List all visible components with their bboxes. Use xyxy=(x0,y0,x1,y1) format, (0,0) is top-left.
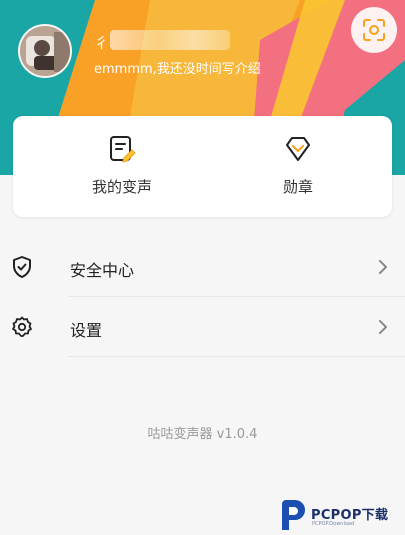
medal-icon xyxy=(286,137,310,161)
app-version: 咕咕变声器 v1.0.4 xyxy=(147,427,258,442)
avatar[interactable] xyxy=(18,24,72,78)
scan-icon xyxy=(363,19,385,41)
medal-button[interactable]: 勋章 xyxy=(213,116,383,217)
menu-item-label: 安全中心 xyxy=(70,261,135,280)
watermark-logo-icon xyxy=(282,500,305,530)
menu-item-settings[interactable]: 设置 xyxy=(0,298,405,356)
features-card: 我的变声 勋章 xyxy=(13,116,392,217)
divider xyxy=(68,356,405,357)
medal-label: 勋章 xyxy=(282,178,313,196)
my-voice-label: 我的变声 xyxy=(91,178,152,196)
divider xyxy=(68,296,405,297)
scan-button[interactable] xyxy=(351,7,397,53)
menu-item-label: 设置 xyxy=(70,321,103,340)
gear-icon xyxy=(12,316,32,337)
watermark-subtext: PCPOP.Download xyxy=(312,521,355,527)
username: 彳 xyxy=(94,30,234,52)
username-first-char: 彳 xyxy=(94,34,110,52)
shield-check-icon xyxy=(13,256,31,278)
menu-item-security-center[interactable]: 安全中心 xyxy=(0,238,405,296)
watermark: PCPOP下载 PCPOP.Download xyxy=(278,497,404,533)
chevron-right-icon xyxy=(379,320,387,334)
voice-record-icon xyxy=(110,136,136,163)
chevron-right-icon xyxy=(379,260,387,274)
my-voice-button[interactable]: 我的变声 xyxy=(37,116,207,217)
username-blur-mask xyxy=(110,30,230,50)
profile-bio: emmmm,我还没时间写介绍 xyxy=(94,62,261,77)
